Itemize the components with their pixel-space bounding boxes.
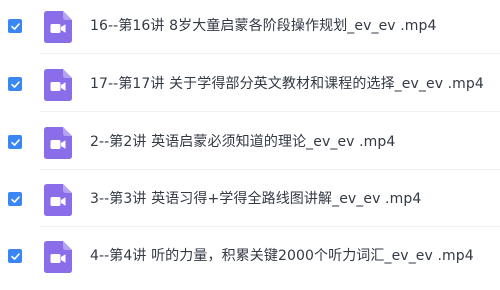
video-file-icon — [44, 11, 72, 43]
file-name[interactable]: 17--第17讲 关于学得部分英文教材和课程的选择_ev_ev .mp4 — [90, 73, 484, 93]
row-checkbox[interactable] — [8, 192, 22, 206]
video-file-icon — [44, 241, 72, 273]
file-row[interactable]: 3--第3讲 英语习得+学得全路线图讲解_ev_ev .mp4 — [0, 173, 500, 227]
row-divider — [40, 226, 500, 227]
file-name[interactable]: 4--第4讲 听的力量，积累关键2000个听力词汇_ev_ev .mp4 — [90, 245, 474, 265]
file-row[interactable]: 4--第4讲 听的力量，积累关键2000个听力词汇_ev_ev .mp4 — [0, 230, 500, 284]
file-row[interactable]: 16--第16讲 8岁大童启蒙各阶段操作规划_ev_ev .mp4 — [0, 0, 500, 54]
check-icon — [10, 80, 20, 88]
check-icon — [10, 195, 20, 203]
file-name[interactable]: 2--第2讲 英语启蒙必须知道的理论_ev_ev .mp4 — [90, 131, 395, 151]
row-divider — [40, 111, 500, 112]
file-row[interactable]: 2--第2讲 英语启蒙必须知道的理论_ev_ev .mp4 — [0, 116, 500, 170]
file-list: 16--第16讲 8岁大童启蒙各阶段操作规划_ev_ev .mp4 17--第1… — [0, 0, 500, 290]
video-file-icon — [44, 127, 72, 159]
row-divider — [40, 169, 500, 170]
row-divider — [40, 53, 500, 54]
file-row[interactable]: 17--第17讲 关于学得部分英文教材和课程的选择_ev_ev .mp4 — [0, 58, 500, 112]
video-file-icon — [44, 184, 72, 216]
check-icon — [10, 252, 20, 260]
row-checkbox[interactable] — [8, 77, 22, 91]
check-icon — [10, 138, 20, 146]
row-checkbox[interactable] — [8, 19, 22, 33]
row-checkbox[interactable] — [8, 135, 22, 149]
file-name[interactable]: 3--第3讲 英语习得+学得全路线图讲解_ev_ev .mp4 — [90, 188, 421, 208]
video-file-icon — [44, 69, 72, 101]
check-icon — [10, 22, 20, 30]
row-checkbox[interactable] — [8, 249, 22, 263]
file-name[interactable]: 16--第16讲 8岁大童启蒙各阶段操作规划_ev_ev .mp4 — [90, 15, 437, 35]
